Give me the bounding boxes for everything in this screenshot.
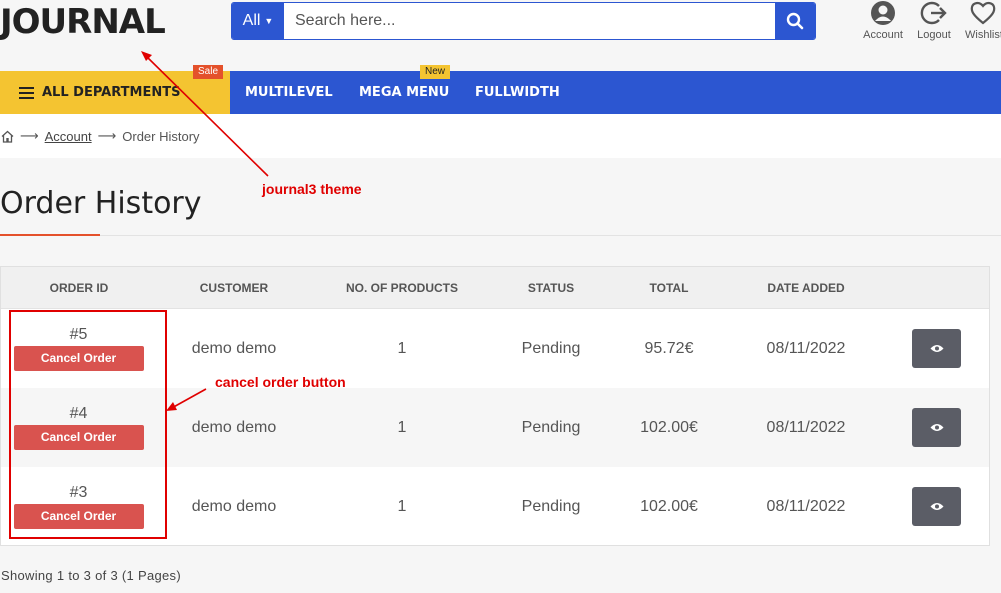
column-header-status: STATUS bbox=[527, 281, 575, 295]
account-label: Account bbox=[863, 29, 903, 41]
site-header: JOURNAL All ▼ Account Logout bbox=[0, 0, 1001, 71]
nav-item-fullwidth[interactable]: FULLWIDTH bbox=[475, 71, 560, 114]
logout-link[interactable]: Logout bbox=[904, 0, 964, 41]
products-cell: 1 bbox=[397, 418, 407, 436]
home-icon[interactable] bbox=[1, 130, 14, 143]
annotation-cancel-note: cancel order button bbox=[215, 374, 346, 390]
eye-icon bbox=[930, 503, 943, 510]
status-cell: Pending bbox=[521, 497, 581, 515]
breadcrumb-current: Order History bbox=[122, 128, 200, 144]
search-input[interactable] bbox=[284, 3, 775, 39]
annotation-highlight-box bbox=[9, 310, 167, 539]
total-cell: 102.00€ bbox=[640, 418, 698, 436]
nav-item-multilevel[interactable]: MULTILEVEL bbox=[245, 71, 333, 114]
breadcrumb-separator: ⟶ bbox=[97, 128, 117, 143]
wishlist-link[interactable]: Wishlist bbox=[956, 0, 1001, 41]
breadcrumb-separator: ⟶ bbox=[20, 128, 39, 143]
table-header: ORDER ID CUSTOMER NO. OF PRODUCTS STATUS… bbox=[1, 267, 989, 309]
title-divider bbox=[0, 235, 1001, 236]
total-cell: 95.72€ bbox=[644, 339, 694, 357]
account-icon bbox=[871, 1, 895, 25]
title-accent-line bbox=[0, 234, 100, 236]
column-header-date-added: DATE ADDED bbox=[767, 281, 845, 295]
view-order-button[interactable] bbox=[912, 487, 961, 526]
search-category-dropdown[interactable]: All ▼ bbox=[232, 3, 284, 39]
main-navigation: ALL DEPARTMENTS MULTILEVEL MEGA MENU FUL… bbox=[0, 71, 1001, 114]
page-title: Order History bbox=[0, 186, 202, 221]
view-order-button[interactable] bbox=[912, 329, 961, 368]
menu-icon bbox=[19, 86, 34, 99]
breadcrumb: ⟶ Account ⟶ Order History bbox=[1, 128, 200, 144]
new-badge: New bbox=[420, 65, 451, 79]
all-departments-label: ALL DEPARTMENTS bbox=[42, 85, 181, 100]
date-cell: 08/11/2022 bbox=[766, 418, 846, 436]
logout-label: Logout bbox=[917, 29, 951, 41]
date-cell: 08/11/2022 bbox=[766, 339, 846, 357]
pagination-results: Showing 1 to 3 of 3 (1 Pages) bbox=[1, 568, 181, 583]
search-button[interactable] bbox=[775, 3, 815, 39]
search-category-label: All bbox=[242, 12, 261, 29]
column-header-order-id: ORDER ID bbox=[49, 281, 109, 295]
products-cell: 1 bbox=[397, 497, 407, 515]
date-cell: 08/11/2022 bbox=[766, 497, 846, 515]
column-header-customer: CUSTOMER bbox=[199, 281, 269, 295]
status-cell: Pending bbox=[521, 418, 581, 436]
eye-icon bbox=[930, 424, 943, 431]
wishlist-label: Wishlist bbox=[965, 29, 1001, 41]
customer-cell: demo demo bbox=[191, 418, 277, 436]
annotation-theme-note: journal3 theme bbox=[262, 181, 362, 197]
caret-down-icon: ▼ bbox=[264, 16, 274, 26]
sale-badge: Sale bbox=[193, 65, 224, 79]
logout-icon bbox=[920, 1, 947, 25]
products-cell: 1 bbox=[397, 339, 407, 357]
customer-cell: demo demo bbox=[191, 497, 277, 515]
search-icon bbox=[786, 12, 804, 30]
heart-icon bbox=[970, 1, 996, 25]
status-cell: Pending bbox=[521, 339, 581, 357]
eye-icon bbox=[930, 345, 943, 352]
site-logo[interactable]: JOURNAL bbox=[0, 2, 166, 42]
total-cell: 102.00€ bbox=[640, 497, 698, 515]
column-header-total: TOTAL bbox=[649, 281, 689, 295]
search-bar: All ▼ bbox=[231, 2, 816, 40]
column-header-products: NO. OF PRODUCTS bbox=[345, 281, 458, 295]
view-order-button[interactable] bbox=[912, 408, 961, 447]
breadcrumb-account-link[interactable]: Account bbox=[45, 129, 92, 144]
